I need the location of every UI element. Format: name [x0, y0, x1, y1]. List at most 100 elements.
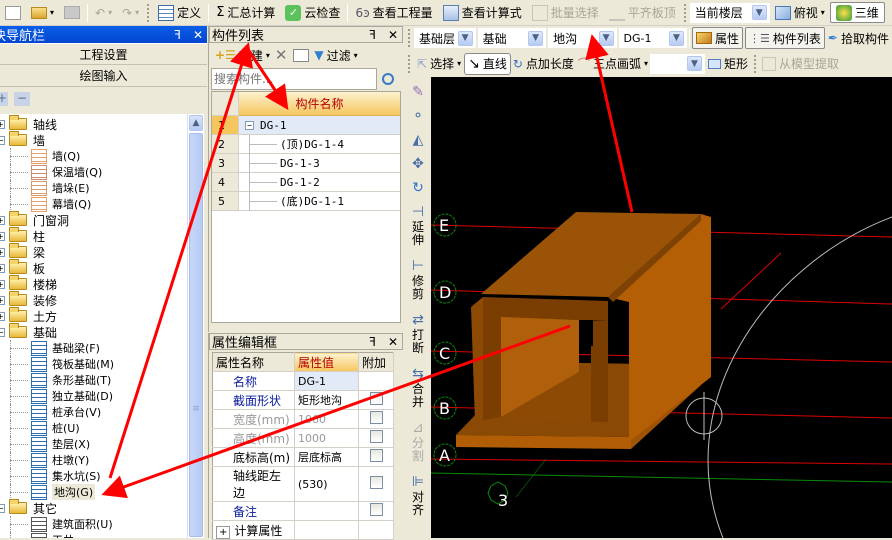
- pin-icon[interactable]: ꟻ: [369, 28, 376, 42]
- select-button[interactable]: ⇱ 选择 ▾: [414, 53, 464, 75]
- line-button[interactable]: ↘ 直线: [464, 52, 511, 75]
- property-value[interactable]: (530): [294, 466, 359, 502]
- component-row[interactable]: 5 (底)DG-1-1: [212, 192, 400, 211]
- tree-folder-7[interactable]: + 装修: [0, 291, 187, 308]
- toolbar-grip[interactable]: [753, 54, 757, 73]
- three-point-arc-button[interactable]: ⌒ 三点画弧 ▾: [576, 53, 650, 75]
- attach-checkbox[interactable]: [369, 430, 383, 443]
- column-header-name[interactable]: 构件名称: [239, 92, 400, 116]
- close-icon[interactable]: ✕: [388, 335, 398, 349]
- undo-button[interactable]: ↶ ▾: [90, 2, 117, 24]
- summary-calc-button[interactable]: Σ 汇总计算: [211, 2, 280, 24]
- tree-item[interactable]: 保温墙(Q): [0, 164, 187, 180]
- property-value[interactable]: [294, 520, 359, 540]
- expand-icon[interactable]: +: [0, 279, 5, 289]
- copy-component-button[interactable]: [290, 44, 312, 66]
- project-settings-button[interactable]: 工程设置: [0, 43, 207, 65]
- property-row[interactable]: + 计算属性: [212, 520, 394, 540]
- pick-component-button[interactable]: ✒ 拾取构件: [825, 27, 892, 49]
- component-row[interactable]: 4 DG-1-2: [212, 173, 400, 192]
- tree-folder-0[interactable]: + 轴线: [0, 115, 187, 132]
- tree-item[interactable]: 柱墩(Y): [0, 452, 187, 468]
- toolbar-grip[interactable]: [147, 3, 150, 22]
- tree-item[interactable]: 墙垛(E): [0, 180, 187, 196]
- tree-folder-5[interactable]: + 板: [0, 259, 187, 276]
- rotate-tool-button[interactable]: ↻: [412, 179, 424, 197]
- delete-component-button[interactable]: ✕: [272, 44, 291, 66]
- new-file-button[interactable]: [0, 2, 26, 24]
- property-row[interactable]: 高度(mm) 1000: [212, 428, 394, 448]
- property-row[interactable]: 备注: [212, 501, 394, 521]
- attach-checkbox[interactable]: [369, 449, 383, 462]
- filter-button[interactable]: ▼ 过滤 ▾: [312, 44, 359, 66]
- tree-folder-2[interactable]: + 门窗洞: [0, 211, 187, 228]
- move-tool-button[interactable]: ✥: [412, 155, 424, 173]
- pin-icon[interactable]: ꟻ: [174, 28, 181, 42]
- mirror-tool-button[interactable]: ◭: [413, 131, 424, 149]
- drawing-input-button[interactable]: 绘图输入: [0, 65, 207, 87]
- tree-folder-10[interactable]: − 其它: [0, 499, 187, 516]
- brush-tool-button[interactable]: ✎: [412, 83, 424, 101]
- tree-item[interactable]: 条形基础(T): [0, 372, 187, 388]
- tree-item[interactable]: 天井: [0, 532, 187, 538]
- split-tool-button[interactable]: ⊿ 分割: [411, 419, 425, 463]
- tree-item[interactable]: 垫层(X): [0, 436, 187, 452]
- property-row[interactable]: 底标高(m) 层底标高: [212, 447, 394, 467]
- cloud-check-button[interactable]: ✓ 云检查: [280, 2, 345, 24]
- view-quantity-button[interactable]: 6ͽ 查看工程量: [350, 2, 437, 24]
- save-button[interactable]: [59, 2, 85, 24]
- tree-folder-9[interactable]: − 基础: [0, 323, 187, 340]
- component-row[interactable]: 3 DG-1-3: [212, 154, 400, 173]
- category-dropdown[interactable]: 基础 ▼: [477, 28, 547, 48]
- component-row[interactable]: 2 (顶)DG-1-4: [212, 135, 400, 154]
- attach-checkbox[interactable]: [369, 392, 383, 405]
- batch-select-button[interactable]: 批量选择: [527, 2, 604, 24]
- property-value[interactable]: DG-1: [294, 371, 359, 391]
- toolbar-grip[interactable]: [683, 3, 687, 22]
- expand-icon[interactable]: +: [0, 311, 5, 321]
- expand-all-icon[interactable]: +: [0, 92, 8, 106]
- collapse-icon[interactable]: −: [0, 135, 5, 145]
- component-dropdown[interactable]: DG-1 ▼: [618, 28, 688, 48]
- view-3d-button[interactable]: 三维: [829, 2, 885, 23]
- break-tool-button[interactable]: ⇄ 打断: [411, 311, 425, 355]
- property-row[interactable]: 名称 DG-1: [212, 371, 394, 391]
- drawing-canvas[interactable]: E D C B A 3: [431, 77, 892, 538]
- merge-tool-button[interactable]: ⇆ 合并: [411, 365, 425, 409]
- property-value[interactable]: 1060: [294, 409, 359, 429]
- expand-icon[interactable]: +: [0, 119, 5, 129]
- toolbar-grip[interactable]: [408, 29, 411, 47]
- search-button[interactable]: [377, 68, 399, 90]
- arc-option-dropdown[interactable]: ▼: [649, 53, 705, 74]
- scroll-up-button[interactable]: ▲: [189, 115, 203, 131]
- extend-tool-button[interactable]: ⊣ 延伸: [411, 203, 425, 247]
- view-formula-button[interactable]: 查看计算式: [438, 2, 527, 24]
- tree-folder-3[interactable]: + 柱: [0, 227, 187, 244]
- property-row[interactable]: 宽度(mm) 1060: [212, 409, 394, 429]
- tree-item[interactable]: 桩承台(V): [0, 404, 187, 420]
- define-button[interactable]: 定义: [153, 2, 206, 24]
- align-tool-button[interactable]: ⊫ 对齐: [411, 473, 425, 517]
- attach-checkbox[interactable]: [369, 411, 383, 424]
- property-toggle-button[interactable]: 属性: [692, 27, 744, 49]
- tree-item[interactable]: 墙(Q): [0, 148, 187, 164]
- type-dropdown[interactable]: 地沟 ▼: [548, 28, 617, 48]
- property-value[interactable]: 矩形地沟: [294, 390, 359, 410]
- tree-item[interactable]: 建筑面积(U): [0, 516, 187, 532]
- tree-folder-8[interactable]: + 土方: [0, 307, 187, 324]
- extract-from-model-button[interactable]: 从模型提取: [760, 53, 841, 75]
- tree-item[interactable]: 独立基础(D): [0, 388, 187, 404]
- expand-icon[interactable]: +: [0, 231, 5, 241]
- rectangle-button[interactable]: 矩形: [705, 53, 751, 75]
- property-value[interactable]: 1000: [294, 428, 359, 448]
- expand-icon[interactable]: +: [0, 215, 5, 225]
- tree-item[interactable]: 基础梁(F): [0, 340, 187, 356]
- tree-folder-4[interactable]: + 梁: [0, 243, 187, 260]
- expand-icon[interactable]: +: [0, 295, 5, 305]
- redo-button[interactable]: ↷ ▾: [117, 2, 144, 24]
- view-mode-button[interactable]: 俯视 ▾: [770, 2, 830, 24]
- component-row[interactable]: 1− DG-1: [212, 116, 400, 135]
- tree-item[interactable]: 桩(U): [0, 420, 187, 436]
- floor-select[interactable]: 当前楼层 ▼: [689, 2, 770, 23]
- component-list-toggle-button[interactable]: ⋮☰ 构件列表: [745, 27, 825, 49]
